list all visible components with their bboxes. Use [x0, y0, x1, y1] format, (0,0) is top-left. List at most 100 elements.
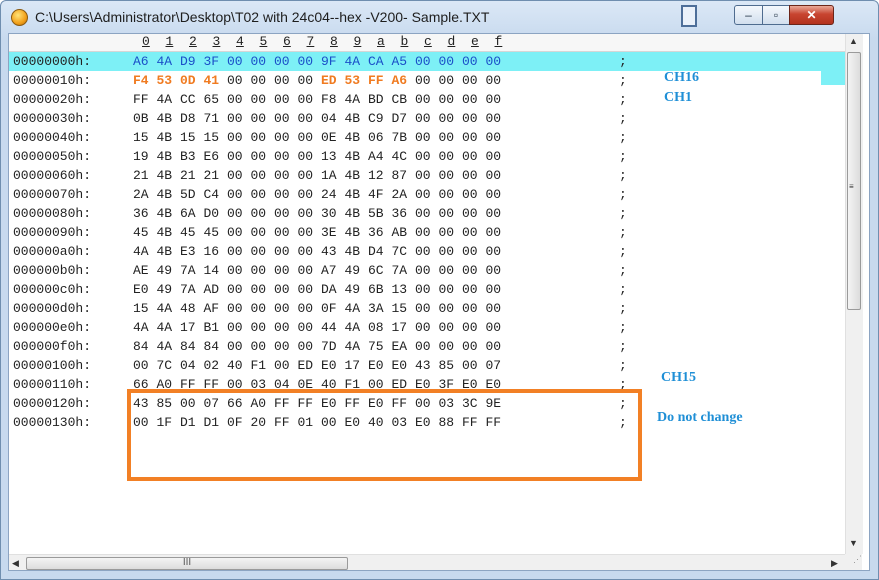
hex-byte[interactable]: 4B	[345, 242, 361, 261]
hex-byte[interactable]: 00	[251, 147, 267, 166]
hex-byte[interactable]: 00	[415, 318, 431, 337]
hex-byte[interactable]: 3F	[204, 52, 220, 71]
hex-byte[interactable]: 7C	[157, 356, 173, 375]
hex-byte[interactable]: 00	[274, 318, 290, 337]
hex-byte[interactable]: 00	[251, 318, 267, 337]
hex-byte[interactable]: 49	[157, 261, 173, 280]
hex-byte[interactable]: 00	[251, 223, 267, 242]
hex-row[interactable]: 00000010h: F4 53 0D 41 00 00 00 00 ED 53 FF A6 00 00 00…	[9, 71, 845, 90]
hex-byte[interactable]: 00	[227, 223, 243, 242]
hex-byte[interactable]: 00	[415, 166, 431, 185]
hex-byte[interactable]: 4B	[345, 147, 361, 166]
hex-byte[interactable]: 3E	[321, 223, 337, 242]
hex-byte[interactable]: 00	[462, 52, 478, 71]
hex-byte[interactable]: 00	[439, 166, 455, 185]
hex-byte[interactable]: 08	[368, 318, 384, 337]
hex-byte[interactable]: 00	[486, 147, 502, 166]
hex-byte[interactable]: 00	[462, 166, 478, 185]
hex-byte[interactable]: 9F	[321, 52, 337, 71]
hex-byte[interactable]: 15	[392, 299, 408, 318]
hex-byte[interactable]: 00	[274, 299, 290, 318]
hex-byte[interactable]: 00	[298, 90, 314, 109]
hex-byte[interactable]: 00	[251, 242, 267, 261]
hex-byte[interactable]: 00	[274, 128, 290, 147]
hex-byte[interactable]: D7	[392, 109, 408, 128]
hex-byte[interactable]: 15	[133, 299, 149, 318]
hex-byte[interactable]: A5	[392, 52, 408, 71]
hex-byte[interactable]: 00	[462, 280, 478, 299]
horizontal-scroll-thumb[interactable]: III	[26, 557, 348, 570]
hex-byte[interactable]: FF	[368, 71, 384, 90]
hex-byte[interactable]: 00	[298, 242, 314, 261]
hex-byte[interactable]: 84	[133, 337, 149, 356]
hex-byte[interactable]: 00	[227, 242, 243, 261]
hex-byte[interactable]: 5B	[368, 204, 384, 223]
hex-byte[interactable]: 00	[274, 52, 290, 71]
hex-byte[interactable]: 4B	[157, 166, 173, 185]
hex-byte[interactable]: 00	[133, 356, 149, 375]
hex-byte[interactable]: 5D	[180, 185, 196, 204]
hex-byte[interactable]: 00	[227, 109, 243, 128]
hex-byte[interactable]: 4B	[157, 242, 173, 261]
hex-byte[interactable]: A6	[133, 52, 149, 71]
hex-byte[interactable]: 00	[439, 71, 455, 90]
hex-byte[interactable]: 4B	[157, 128, 173, 147]
hex-byte[interactable]: 00	[415, 204, 431, 223]
hex-byte[interactable]: 00	[415, 52, 431, 71]
hex-byte[interactable]: 00	[462, 299, 478, 318]
hex-byte[interactable]: 24	[321, 185, 337, 204]
hex-byte[interactable]: 00	[227, 318, 243, 337]
hex-byte[interactable]: 00	[415, 261, 431, 280]
hex-byte[interactable]: C9	[368, 109, 384, 128]
hex-byte[interactable]: 6A	[180, 204, 196, 223]
hex-byte[interactable]: AF	[204, 299, 220, 318]
hex-byte[interactable]: 36	[133, 204, 149, 223]
hex-byte[interactable]: 00	[439, 185, 455, 204]
hex-byte[interactable]: 00	[415, 223, 431, 242]
hex-byte[interactable]: 00	[227, 71, 243, 90]
hex-byte[interactable]: 00	[415, 128, 431, 147]
hex-byte[interactable]: 00	[251, 128, 267, 147]
hex-byte[interactable]: 00	[227, 52, 243, 71]
hex-byte[interactable]: CC	[180, 90, 196, 109]
hex-row[interactable]: 00000100h: 00 7C 04 02 40 F1 00 ED E0 17 E0 E0 43 85 00…	[9, 356, 845, 375]
hex-byte[interactable]: 00	[486, 318, 502, 337]
horizontal-scrollbar[interactable]: ◀ III ▶	[9, 554, 845, 570]
hex-byte[interactable]: 16	[204, 242, 220, 261]
hex-byte[interactable]: 00	[462, 356, 478, 375]
hex-byte[interactable]: 84	[180, 337, 196, 356]
hex-byte[interactable]: ED	[298, 356, 314, 375]
hex-byte[interactable]: 4B	[157, 223, 173, 242]
hex-byte[interactable]: 44	[321, 318, 337, 337]
hex-byte[interactable]: 45	[180, 223, 196, 242]
hex-byte[interactable]: 41	[204, 71, 220, 90]
hex-byte[interactable]: 00	[462, 261, 478, 280]
hex-byte[interactable]: 00	[415, 280, 431, 299]
hex-byte[interactable]: 7A	[392, 261, 408, 280]
hex-byte[interactable]: 00	[415, 299, 431, 318]
hex-byte[interactable]: 15	[180, 128, 196, 147]
hex-byte[interactable]: 4A	[157, 337, 173, 356]
hex-byte[interactable]: 12	[368, 166, 384, 185]
vertical-scroll-thumb[interactable]	[847, 52, 861, 310]
maximize-button[interactable]: ▫	[762, 5, 790, 25]
hex-byte[interactable]: 4B	[345, 185, 361, 204]
hex-byte[interactable]: 4A	[345, 299, 361, 318]
hex-byte[interactable]: 00	[486, 128, 502, 147]
hex-byte[interactable]: 15	[133, 128, 149, 147]
hex-byte[interactable]: 00	[439, 299, 455, 318]
hex-byte[interactable]: F1	[251, 356, 267, 375]
hex-byte[interactable]: 00	[298, 261, 314, 280]
hex-byte[interactable]: E3	[180, 242, 196, 261]
hex-row[interactable]: 00000090h: 45 4B 45 45 00 00 00 00 3E 4B 36 AB 00 00 00…	[9, 223, 845, 242]
hex-row[interactable]: 000000a0h: 4A 4B E3 16 00 00 00 00 43 4B D4 7C 00 00 00…	[9, 242, 845, 261]
hex-byte[interactable]: D9	[180, 52, 196, 71]
hex-byte[interactable]: 00	[415, 147, 431, 166]
hex-byte[interactable]: 00	[274, 223, 290, 242]
hex-row[interactable]: 000000f0h: 84 4A 84 84 00 00 00 00 7D 4A 75 EA 00 00 00…	[9, 337, 845, 356]
hex-byte[interactable]: 00	[227, 90, 243, 109]
hex-byte[interactable]: 00	[227, 128, 243, 147]
hex-row[interactable]: 00000040h: 15 4B 15 15 00 00 00 00 0E 4B 06 7B 00 00 00…	[9, 128, 845, 147]
hex-byte[interactable]: 15	[204, 128, 220, 147]
hex-byte[interactable]: 19	[133, 147, 149, 166]
